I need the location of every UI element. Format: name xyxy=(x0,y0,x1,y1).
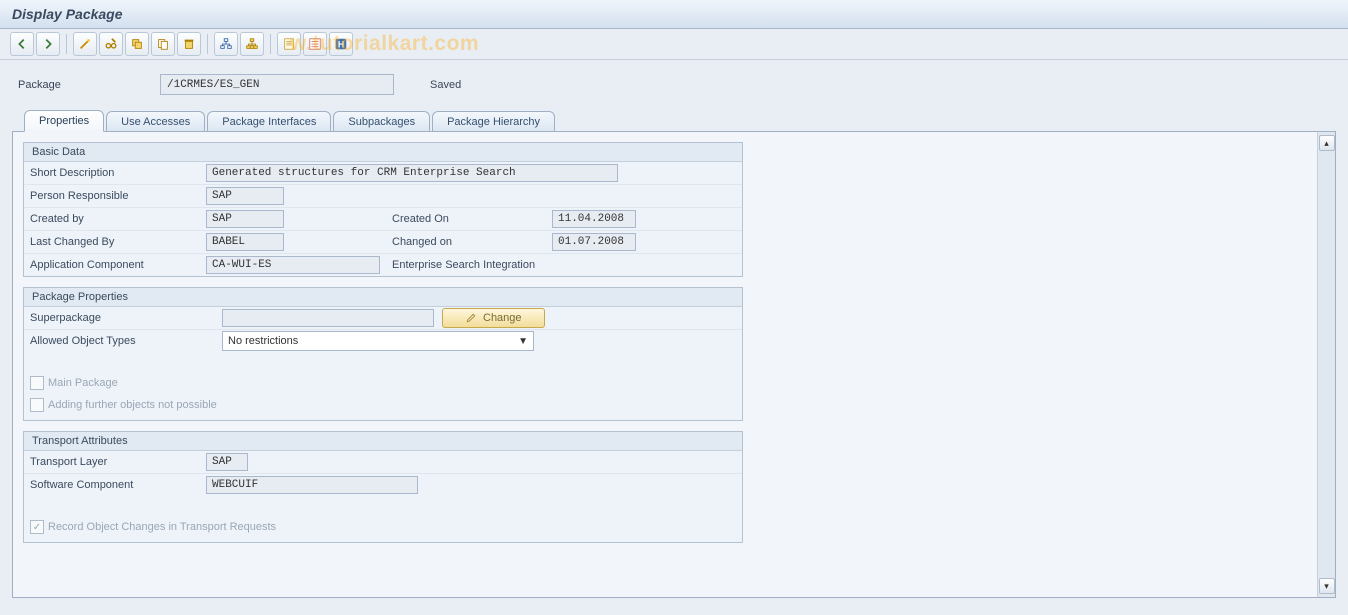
info-icon: H xyxy=(334,37,348,51)
delete-button[interactable] xyxy=(177,32,201,56)
header-fields: Package /1CRMES/ES_GEN Saved xyxy=(0,60,1348,109)
tree-icon xyxy=(219,37,233,51)
person-resp-field[interactable]: SAP xyxy=(206,187,284,205)
last-changed-by-field[interactable]: BABEL xyxy=(206,233,284,251)
group-title-basic: Basic Data xyxy=(24,143,742,162)
transport-layer-label: Transport Layer xyxy=(30,456,206,468)
titlebar: Display Package xyxy=(0,0,1348,29)
changed-on-label: Changed on xyxy=(392,236,552,248)
tab-area: Properties Use Accesses Package Interfac… xyxy=(12,109,1336,598)
other-object-icon xyxy=(130,37,144,51)
tab-use-accesses[interactable]: Use Accesses xyxy=(106,111,205,132)
display-edit-button[interactable] xyxy=(99,32,123,56)
forward-button[interactable] xyxy=(36,32,60,56)
back-button[interactable] xyxy=(10,32,34,56)
arrow-left-icon xyxy=(15,37,29,51)
info-button[interactable]: H xyxy=(329,32,353,56)
package-label: Package xyxy=(18,79,148,91)
tab-strip: Properties Use Accesses Package Interfac… xyxy=(12,109,1336,131)
changed-on-field[interactable]: 01.07.2008 xyxy=(552,233,636,251)
scroll-down-button[interactable]: ▾ xyxy=(1319,578,1335,594)
allowed-types-select[interactable]: No restrictions ▼ xyxy=(222,331,534,351)
pencil-glasses-icon xyxy=(104,37,118,51)
tab-package-hierarchy[interactable]: Package Hierarchy xyxy=(432,111,555,132)
tab-properties[interactable]: Properties xyxy=(24,110,104,132)
tab-package-interfaces[interactable]: Package Interfaces xyxy=(207,111,331,132)
allowed-types-value: No restrictions xyxy=(228,335,298,347)
software-component-field[interactable]: WEBCUIF xyxy=(206,476,418,494)
wand-button[interactable] xyxy=(73,32,97,56)
svg-text:H: H xyxy=(338,40,344,50)
wand-icon xyxy=(78,37,92,51)
group-basic-data: Basic Data Short Description Generated s… xyxy=(23,142,743,277)
separator xyxy=(270,34,271,54)
short-desc-label: Short Description xyxy=(30,167,206,179)
group-title-transport: Transport Attributes xyxy=(24,432,742,451)
change-button[interactable]: Change xyxy=(442,308,545,328)
created-on-field[interactable]: 11.04.2008 xyxy=(552,210,636,228)
main-package-label: Main Package xyxy=(48,377,118,389)
group-transport-attributes: Transport Attributes Transport Layer SAP… xyxy=(23,431,743,543)
created-on-label: Created On xyxy=(392,213,552,225)
person-resp-label: Person Responsible xyxy=(30,190,206,202)
status-text: Saved xyxy=(430,79,461,91)
trash-icon xyxy=(182,37,196,51)
superpackage-label: Superpackage xyxy=(30,312,222,324)
empty-panel-area xyxy=(753,132,1317,597)
separator xyxy=(207,34,208,54)
change-button-label: Change xyxy=(483,312,522,324)
separator xyxy=(66,34,67,54)
hierarchy-button[interactable] xyxy=(240,32,264,56)
last-changed-by-label: Last Changed By xyxy=(30,236,206,248)
superpackage-field[interactable] xyxy=(222,309,434,327)
tab-panel: Basic Data Short Description Generated s… xyxy=(12,131,1336,598)
toolbar: H w.tutorialkart.com xyxy=(0,29,1348,60)
document-icon xyxy=(282,37,296,51)
arrow-right-icon xyxy=(41,37,55,51)
pencil-icon xyxy=(465,312,477,324)
main-package-checkbox xyxy=(30,376,44,390)
copy-icon xyxy=(156,37,170,51)
copy-button[interactable] xyxy=(151,32,175,56)
other-object-button[interactable] xyxy=(125,32,149,56)
software-component-label: Software Component xyxy=(30,479,206,491)
tab-subpackages[interactable]: Subpackages xyxy=(333,111,430,132)
list-button[interactable] xyxy=(303,32,327,56)
transport-layer-field[interactable]: SAP xyxy=(206,453,248,471)
record-changes-label: Record Object Changes in Transport Reque… xyxy=(48,521,276,533)
page-title: Display Package xyxy=(12,6,123,22)
adding-not-possible-checkbox xyxy=(30,398,44,412)
app-window: Display Package xyxy=(0,0,1348,615)
app-comp-label: Application Component xyxy=(30,259,206,271)
app-comp-text: Enterprise Search Integration xyxy=(392,259,535,271)
chevron-down-icon: ▼ xyxy=(518,336,528,347)
hierarchy-icon xyxy=(245,37,259,51)
created-by-label: Created by xyxy=(30,213,206,225)
where-used-button[interactable] xyxy=(214,32,238,56)
group-package-properties: Package Properties Superpackage Change xyxy=(23,287,743,421)
record-changes-checkbox xyxy=(30,520,44,534)
scrollbar[interactable]: ▴ ▾ xyxy=(1317,132,1335,597)
documentation-button[interactable] xyxy=(277,32,301,56)
created-by-field[interactable]: SAP xyxy=(206,210,284,228)
properties-panel: Basic Data Short Description Generated s… xyxy=(13,132,753,597)
list-icon xyxy=(308,37,322,51)
group-title-pkgprops: Package Properties xyxy=(24,288,742,307)
adding-not-possible-label: Adding further objects not possible xyxy=(48,399,217,411)
short-desc-field[interactable]: Generated structures for CRM Enterprise … xyxy=(206,164,618,182)
package-field[interactable]: /1CRMES/ES_GEN xyxy=(160,74,394,95)
scroll-up-button[interactable]: ▴ xyxy=(1319,135,1335,151)
allowed-types-label: Allowed Object Types xyxy=(30,335,222,347)
app-comp-field[interactable]: CA-WUI-ES xyxy=(206,256,380,274)
